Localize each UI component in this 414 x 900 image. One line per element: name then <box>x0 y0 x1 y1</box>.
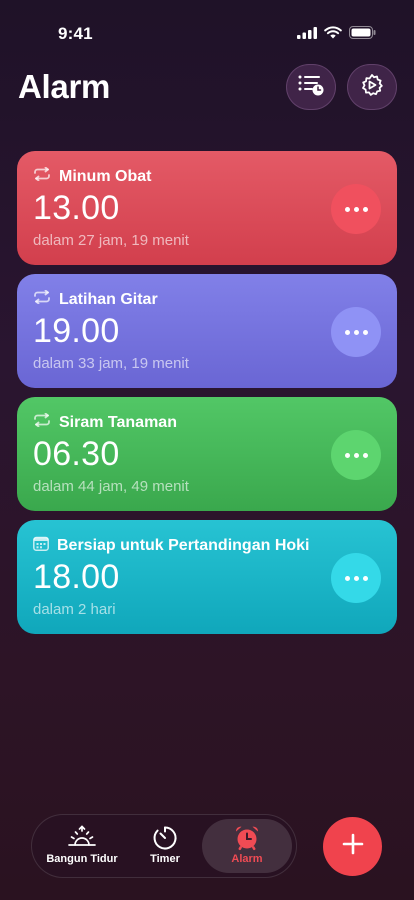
alarm-list-button[interactable] <box>286 64 336 110</box>
calendar-icon <box>33 536 49 556</box>
alarm-clock-icon <box>234 825 260 856</box>
more-options-button[interactable] <box>331 553 381 603</box>
ellipsis-icon <box>344 329 350 335</box>
alarm-label-row: Latihan Gitar <box>33 289 158 309</box>
repeat-icon <box>33 412 51 432</box>
list-clock-icon <box>298 74 324 101</box>
alarm-label: Minum Obat <box>59 167 152 185</box>
more-options-button[interactable] <box>331 430 381 480</box>
more-options-button[interactable] <box>331 307 381 357</box>
alarm-countdown: dalam 27 jam, 19 menit <box>33 232 189 249</box>
alarm-card[interactable]: Latihan Gitar 19.00 dalam 33 jam, 19 men… <box>17 274 397 388</box>
alarm-label: Siram Tanaman <box>59 413 177 431</box>
alarm-label-row: Minum Obat <box>33 166 152 186</box>
alarm-card[interactable]: Bersiap untuk Pertandingan Hoki 18.00 da… <box>17 520 397 634</box>
tab-label: Bangun Tidur <box>46 853 118 865</box>
add-alarm-button[interactable] <box>323 817 382 876</box>
gear-icon <box>360 73 384 102</box>
status-bar: 9:41 <box>0 0 414 60</box>
plus-icon <box>342 833 364 860</box>
tab-wake-up[interactable]: Bangun Tidur <box>40 819 124 873</box>
alarm-card[interactable]: Siram Tanaman 06.30 dalam 44 jam, 49 men… <box>17 397 397 511</box>
tab-alarm[interactable]: Alarm <box>202 819 292 873</box>
settings-button[interactable] <box>347 64 397 110</box>
ellipsis-icon <box>344 575 350 581</box>
more-options-button[interactable] <box>331 184 381 234</box>
alarm-label-row: Bersiap untuk Pertandingan Hoki <box>33 536 309 556</box>
ellipsis-icon <box>344 206 350 212</box>
page-title: Alarm <box>18 68 111 105</box>
status-time: 9:41 <box>58 24 93 43</box>
tab-timer[interactable]: Timer <box>126 819 204 873</box>
tab-bar: Bangun Tidur Timer Alarm <box>31 814 297 878</box>
alarm-label: Bersiap untuk Pertandingan Hoki <box>57 537 310 554</box>
ellipsis-icon <box>344 452 350 458</box>
cellular-signal-icon <box>297 26 317 44</box>
alarm-label: Latihan Gitar <box>59 290 158 308</box>
alarm-countdown: dalam 33 jam, 19 menit <box>33 355 189 372</box>
alarm-countdown: dalam 44 jam, 49 menit <box>33 478 189 495</box>
alarm-time: 19.00 <box>33 312 120 350</box>
battery-icon <box>349 26 376 44</box>
alarm-time: 13.00 <box>33 189 120 227</box>
status-icons <box>297 26 376 44</box>
alarm-label-row: Siram Tanaman <box>33 412 177 432</box>
sunrise-icon <box>67 825 97 854</box>
alarm-card[interactable]: Minum Obat 13.00 dalam 27 jam, 19 menit <box>17 151 397 265</box>
wifi-icon <box>324 26 342 44</box>
repeat-icon <box>33 166 51 186</box>
alarm-time: 06.30 <box>33 435 120 473</box>
alarm-time: 18.00 <box>33 558 120 596</box>
timer-icon <box>152 825 178 856</box>
repeat-icon <box>33 289 51 309</box>
alarm-countdown: dalam 2 hari <box>33 601 116 618</box>
